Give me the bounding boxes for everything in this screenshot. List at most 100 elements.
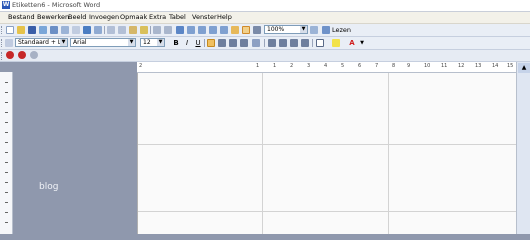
ruler-tick [5, 202, 8, 203]
increase-indent-icon[interactable] [301, 39, 309, 47]
ruler-tick [5, 162, 8, 163]
toolbar-grip[interactable] [1, 26, 4, 34]
numbering-icon[interactable] [268, 39, 276, 47]
menu-bewerken[interactable]: Bewerken [37, 13, 69, 21]
menu-bar: Bestand Bewerken Beeld Invoegen Opmaak E… [0, 12, 530, 24]
table-gridline [388, 73, 389, 234]
vertical-scrollbar[interactable]: ▲ [516, 62, 530, 234]
horizontal-ruler[interactable]: 2 1 1 2 3 4 5 6 7 8 9 10 11 12 13 14 15 [137, 62, 516, 73]
save-icon[interactable] [28, 26, 36, 34]
align-center-icon[interactable] [218, 39, 226, 47]
ruler-number: 14 [492, 63, 499, 69]
ruler-tick [5, 132, 8, 133]
toolbar-grip[interactable] [1, 39, 4, 47]
toolbar-separator [264, 39, 265, 47]
font-value: Arial [73, 39, 87, 46]
format-painter-icon[interactable] [140, 26, 148, 34]
style-select[interactable]: Standaard + Link ▼ [15, 38, 68, 47]
new-document-icon[interactable] [6, 26, 14, 34]
menu-invoegen[interactable]: Invoegen [89, 13, 119, 21]
insert-excel-icon[interactable] [209, 26, 217, 34]
menu-beeld[interactable]: Beeld [68, 13, 86, 21]
spelling-icon[interactable] [83, 26, 91, 34]
font-size-value: 12 [143, 39, 151, 46]
print-preview-icon[interactable] [72, 26, 80, 34]
record-icon[interactable] [18, 51, 26, 59]
ruler-number: 9 [407, 63, 411, 69]
align-left-icon[interactable] [207, 39, 215, 47]
bold-button[interactable]: B [172, 39, 180, 47]
scroll-up-button[interactable]: ▲ [518, 63, 530, 73]
toolbar-grip[interactable] [1, 52, 4, 60]
word-icon: W [2, 1, 10, 9]
justify-icon[interactable] [240, 39, 248, 47]
paste-icon[interactable] [129, 26, 137, 34]
undo-icon[interactable] [153, 26, 161, 34]
document-page[interactable] [137, 73, 517, 234]
hyperlink-icon[interactable] [176, 26, 184, 34]
font-size-select[interactable]: 12 ▼ [140, 38, 165, 47]
help-icon[interactable] [310, 26, 318, 34]
stop-icon[interactable] [6, 51, 14, 59]
line-spacing-icon[interactable] [252, 39, 260, 47]
zoom-select[interactable]: 100% ▼ [264, 25, 308, 34]
document-map-icon[interactable] [242, 26, 250, 34]
ruler-number: 2 [139, 63, 143, 69]
menu-opmaak[interactable]: Opmaak [120, 13, 147, 21]
vertical-ruler[interactable] [0, 72, 13, 234]
toolbar-separator [312, 39, 313, 47]
chevron-down-icon[interactable]: ▼ [300, 26, 307, 33]
ruler-tick [5, 142, 8, 143]
chevron-down-icon[interactable]: ▼ [128, 39, 135, 46]
font-color-button[interactable]: A [348, 39, 356, 47]
table-gridline [262, 73, 263, 234]
borders-icon[interactable] [316, 39, 324, 47]
decrease-indent-icon[interactable] [290, 39, 298, 47]
open-folder-icon[interactable] [17, 26, 25, 34]
ruler-number: 11 [441, 63, 448, 69]
research-icon[interactable] [94, 26, 102, 34]
underline-button[interactable]: U [194, 39, 202, 47]
table-gridline [138, 211, 517, 212]
menu-help[interactable]: Help [217, 13, 232, 21]
columns-icon[interactable] [220, 26, 228, 34]
permission-icon[interactable] [39, 26, 47, 34]
read-button-label[interactable]: Lezen [332, 26, 351, 34]
chevron-down-icon[interactable]: ▼ [60, 39, 67, 46]
cut-icon[interactable] [107, 26, 115, 34]
formatting-toolbar: Standaard + Link ▼ Arial ▼ 12 ▼ B I U A … [0, 37, 530, 50]
font-select[interactable]: Arial ▼ [70, 38, 136, 47]
align-right-icon[interactable] [229, 39, 237, 47]
styles-icon[interactable] [5, 39, 13, 47]
ruler-tick [5, 82, 8, 83]
menu-bestand[interactable]: Bestand [8, 13, 35, 21]
print-icon[interactable] [61, 26, 69, 34]
ruler-number: 13 [475, 63, 482, 69]
chevron-down-icon[interactable]: ▼ [157, 39, 164, 46]
toolbar-separator [150, 26, 151, 34]
watermark-text: blog [39, 182, 59, 192]
insert-table-icon[interactable] [198, 26, 206, 34]
highlight-icon[interactable] [332, 39, 340, 47]
chevron-down-icon[interactable]: ▼ [358, 39, 366, 47]
tables-borders-icon[interactable] [187, 26, 195, 34]
ruler-number: 8 [392, 63, 396, 69]
italic-button[interactable]: I [183, 39, 191, 47]
redo-icon[interactable] [164, 26, 172, 34]
menu-venster[interactable]: Venster [192, 13, 217, 21]
copy-icon[interactable] [118, 26, 126, 34]
read-mode-icon[interactable] [322, 26, 330, 34]
menu-extra[interactable]: Extra [149, 13, 166, 21]
ruler-tick [5, 182, 8, 183]
drawing-icon[interactable] [231, 26, 239, 34]
bullets-icon[interactable] [279, 39, 287, 47]
ruler-number: 3 [307, 63, 311, 69]
ruler-number: 1 [273, 63, 277, 69]
close-icon[interactable] [30, 51, 38, 59]
toolbar-separator [104, 26, 105, 34]
menu-tabel[interactable]: Tabel [169, 13, 186, 21]
ruler-tick [5, 92, 8, 93]
email-icon[interactable] [50, 26, 58, 34]
zoom-value: 100% [267, 26, 285, 33]
show-hide-icon[interactable] [253, 26, 261, 34]
